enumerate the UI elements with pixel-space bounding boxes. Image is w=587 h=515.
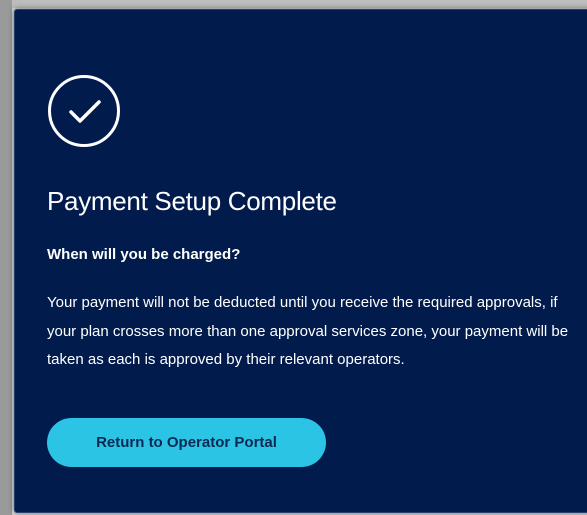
payment-complete-modal: Payment Setup Complete When will you be … <box>14 9 587 513</box>
backdrop-top-strip <box>0 0 587 8</box>
checkmark-icon <box>69 100 101 123</box>
backdrop-left-strip <box>0 0 12 515</box>
check-circle-icon <box>48 75 120 147</box>
modal-title: Payment Setup Complete <box>47 186 337 216</box>
return-to-operator-portal-button[interactable]: Return to Operator Portal <box>47 418 326 467</box>
charge-question-heading: When will you be charged? <box>47 246 241 263</box>
charge-explanation-text: Your payment will not be deducted until … <box>47 294 569 368</box>
